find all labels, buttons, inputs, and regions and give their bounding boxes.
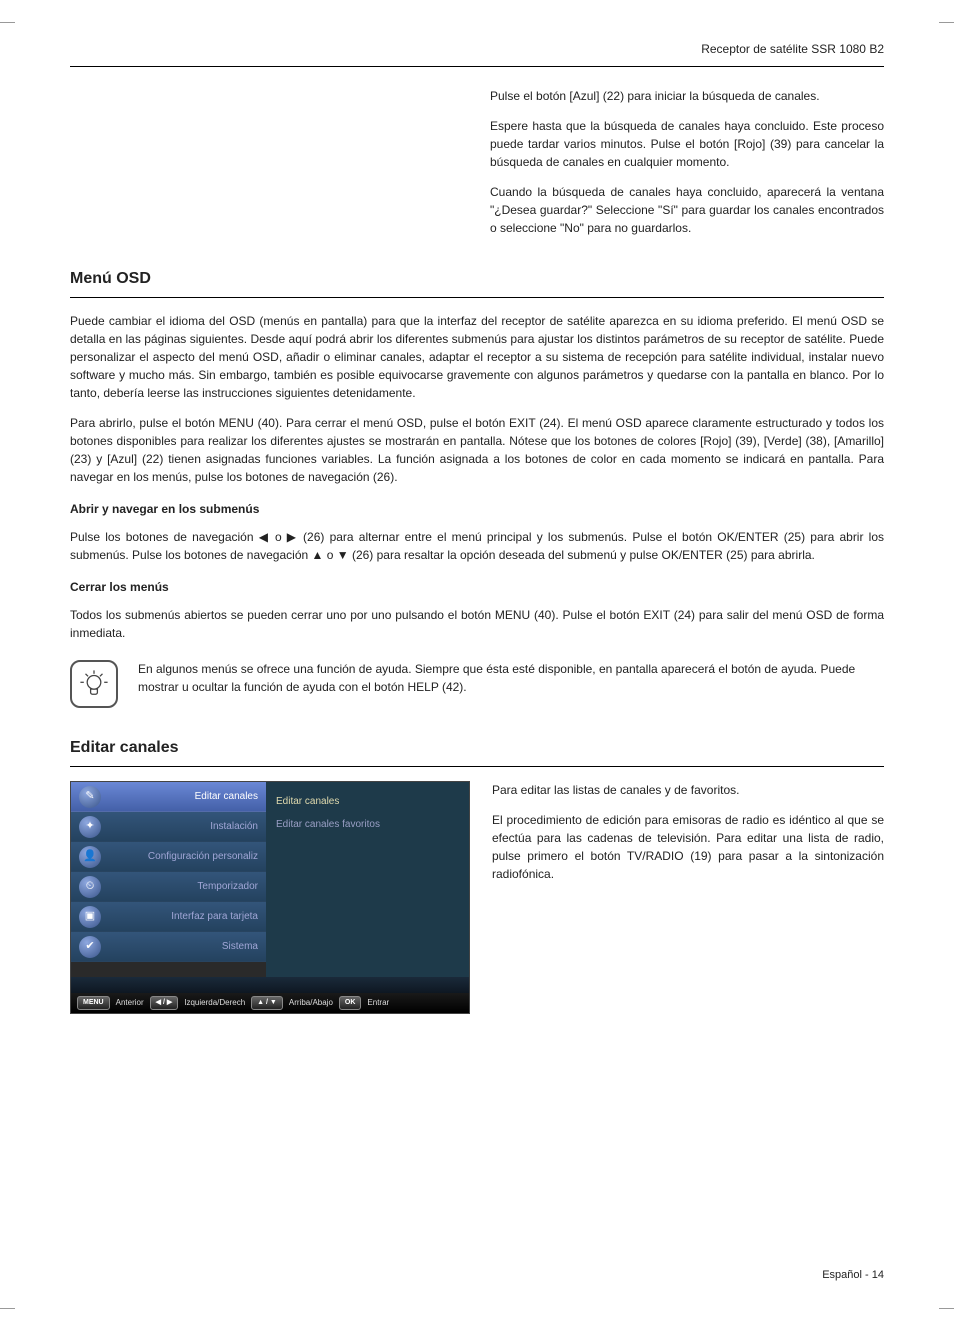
hint-label-leftright: Izquierda/Derech bbox=[184, 997, 245, 1009]
osd-gap bbox=[71, 977, 469, 993]
osd-screenshot: ✎ Editar canales ✦ Instalación 👤 Configuració… bbox=[70, 781, 470, 1014]
osd-menu-item-icon: ✎ bbox=[79, 786, 101, 808]
up-arrow-icon: ▲ bbox=[312, 548, 324, 562]
text-fragment: (26) para resaltar la opción deseada del… bbox=[349, 548, 815, 562]
osd-menu-item-icon: ✔ bbox=[79, 936, 101, 958]
editar-p2: El procedimiento de edición para emisora… bbox=[492, 811, 884, 883]
page-footer: Español - 14 bbox=[822, 1267, 884, 1284]
intro-p1: Pulse el botón [Azul] (22) para iniciar … bbox=[490, 87, 884, 105]
hint-label-anterior: Anterior bbox=[116, 997, 144, 1009]
section-title-editar: Editar canales bbox=[70, 736, 884, 767]
osd-menu-item-icon: ▣ bbox=[79, 906, 101, 928]
osd-menu-item-label: Interfaz para tarjeta bbox=[109, 909, 258, 924]
right-arrow-icon: ▶ bbox=[287, 530, 298, 544]
osd-menu-item-label: Editar canales bbox=[109, 789, 258, 804]
product-name: Receptor de satélite SSR 1080 B2 bbox=[701, 42, 884, 56]
intro-p2: Espere hasta que la búsqueda de canales … bbox=[490, 117, 884, 171]
intro-p3: Cuando la búsqueda de canales haya concl… bbox=[490, 183, 884, 237]
text-fragment: Pulse los botones de navegación bbox=[70, 530, 259, 544]
osd-menu-item: ⏲ Temporizador bbox=[71, 872, 266, 902]
hint-key-ok: OK bbox=[339, 996, 362, 1011]
open-nav-paragraph: Pulse los botones de navegación ◀ o ▶ (2… bbox=[70, 528, 884, 564]
osd-menu-item-icon: 👤 bbox=[79, 846, 101, 868]
osd-menu-item-label: Sistema bbox=[109, 939, 258, 954]
crop-mark bbox=[0, 22, 15, 23]
osd-menu-item-icon: ⏲ bbox=[79, 876, 101, 898]
editar-text: Para editar las listas de canales y de f… bbox=[492, 781, 884, 895]
osd-menu-item-label: Configuración personaliz bbox=[109, 849, 258, 864]
osd-menu-item-icon: ✦ bbox=[79, 816, 101, 838]
hint-label-entrar: Entrar bbox=[367, 997, 389, 1009]
subhead-open-nav: Abrir y navegar en los submenús bbox=[70, 500, 884, 518]
crop-mark bbox=[939, 22, 954, 23]
footer-page: 14 bbox=[872, 1269, 884, 1281]
hint-key-updown: ▲ / ▼ bbox=[251, 996, 283, 1011]
osd-menu-item: ✔ Sistema bbox=[71, 932, 266, 962]
footer-lang: Español bbox=[822, 1269, 862, 1281]
osd-menu-item: ▣ Interfaz para tarjeta bbox=[71, 902, 266, 932]
crop-mark bbox=[939, 1308, 954, 1309]
menu-osd-body: Puede cambiar el idioma del OSD (menús e… bbox=[70, 312, 884, 642]
subhead-close-menus: Cerrar los menús bbox=[70, 578, 884, 596]
osd-menu-list: ✎ Editar canales ✦ Instalación 👤 Configuració… bbox=[71, 782, 266, 977]
osd-footer-hints: MENU Anterior ◀ / ▶ Izquierda/Derech ▲ /… bbox=[71, 993, 469, 1013]
hint-label-updown: Arriba/Abajo bbox=[289, 997, 333, 1009]
menu-osd-p2: Para abrirlo, pulse el botón MENU (40). … bbox=[70, 414, 884, 486]
osd-menu-item: 👤 Configuración personaliz bbox=[71, 842, 266, 872]
osd-menu-item-label: Instalación bbox=[109, 819, 258, 834]
editar-columns: ✎ Editar canales ✦ Instalación 👤 Configuració… bbox=[70, 781, 884, 1014]
hint-key-leftright: ◀ / ▶ bbox=[150, 996, 179, 1011]
help-note-text: En algunos menús se ofrece una función d… bbox=[138, 660, 884, 696]
hint-key-menu: MENU bbox=[77, 996, 110, 1011]
editar-p1: Para editar las listas de canales y de f… bbox=[492, 781, 884, 799]
down-arrow-icon: ▼ bbox=[337, 548, 349, 562]
text-fragment: o bbox=[270, 530, 287, 544]
osd-submenu-item: Editar canales bbox=[276, 790, 459, 813]
intro-paragraphs: Pulse el botón [Azul] (22) para iniciar … bbox=[490, 87, 884, 237]
osd-submenu-panel: Editar canales Editar canales favoritos bbox=[266, 782, 469, 977]
page-header: Receptor de satélite SSR 1080 B2 bbox=[70, 40, 884, 67]
help-note: En algunos menús se ofrece una función d… bbox=[70, 660, 884, 708]
osd-menu-item: ✦ Instalación bbox=[71, 812, 266, 842]
section-title-menu-osd: Menú OSD bbox=[70, 267, 884, 298]
menu-osd-p1: Puede cambiar el idioma del OSD (menús e… bbox=[70, 312, 884, 402]
footer-sep: - bbox=[865, 1269, 869, 1281]
osd-menu-item-label: Temporizador bbox=[109, 879, 258, 894]
text-fragment: o bbox=[323, 548, 336, 562]
osd-submenu-item: Editar canales favoritos bbox=[276, 813, 459, 836]
osd-menu-item: ✎ Editar canales bbox=[71, 782, 266, 812]
lightbulb-icon bbox=[70, 660, 118, 708]
close-menus-paragraph: Todos los submenús abiertos se pueden ce… bbox=[70, 606, 884, 642]
left-arrow-icon: ◀ bbox=[259, 530, 270, 544]
crop-mark bbox=[0, 1308, 15, 1309]
